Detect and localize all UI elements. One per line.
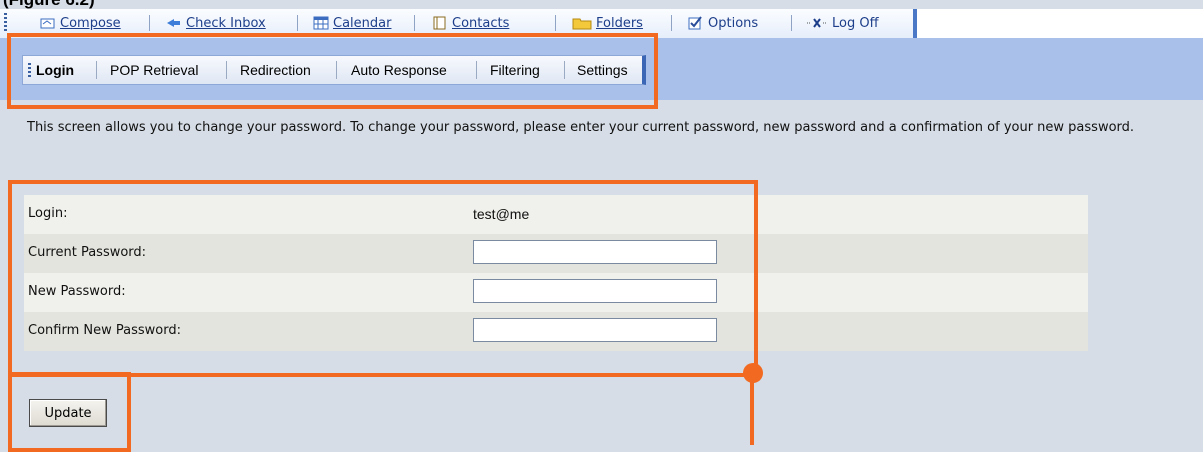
- toolbar-edge: [913, 9, 917, 38]
- compose-label: Compose: [60, 15, 121, 31]
- annotation-box-form: [8, 180, 758, 377]
- contacts-icon: [432, 16, 448, 30]
- log-off-button[interactable]: Log Off: [806, 13, 879, 33]
- description-text: This screen allows you to change your pa…: [27, 120, 1135, 135]
- toolbar-divider: [555, 15, 556, 31]
- options-checkbox-icon: [688, 16, 704, 30]
- contacts-button[interactable]: Contacts: [432, 13, 509, 33]
- folders-button[interactable]: Folders: [572, 13, 643, 33]
- compose-button[interactable]: Compose: [40, 13, 121, 33]
- folders-label: Folders: [596, 15, 643, 31]
- toolbar-divider: [791, 15, 792, 31]
- options-label: Options: [708, 15, 759, 31]
- calendar-label: Calendar: [333, 15, 392, 31]
- calendar-button[interactable]: Calendar: [313, 13, 391, 33]
- log-off-icon: [806, 16, 828, 30]
- toolbar-divider: [671, 15, 672, 31]
- toolbar-grip-icon: [4, 13, 7, 31]
- contacts-label: Contacts: [452, 15, 510, 31]
- annotation-box-tabs: [7, 33, 658, 109]
- options-button[interactable]: Options: [688, 13, 758, 33]
- check-inbox-button[interactable]: Check Inbox: [166, 13, 266, 33]
- log-off-label: Log Off: [832, 15, 879, 31]
- calendar-icon: [313, 16, 329, 30]
- compose-icon: [40, 16, 56, 30]
- annotation-connector: [750, 375, 754, 445]
- toolbar-divider: [297, 15, 298, 31]
- toolbar-divider: [149, 15, 150, 31]
- annotation-box-update: [8, 372, 131, 452]
- check-inbox-icon: [166, 16, 182, 30]
- check-inbox-label: Check Inbox: [186, 15, 266, 31]
- toolbar-divider: [414, 15, 415, 31]
- folder-icon: [572, 16, 592, 30]
